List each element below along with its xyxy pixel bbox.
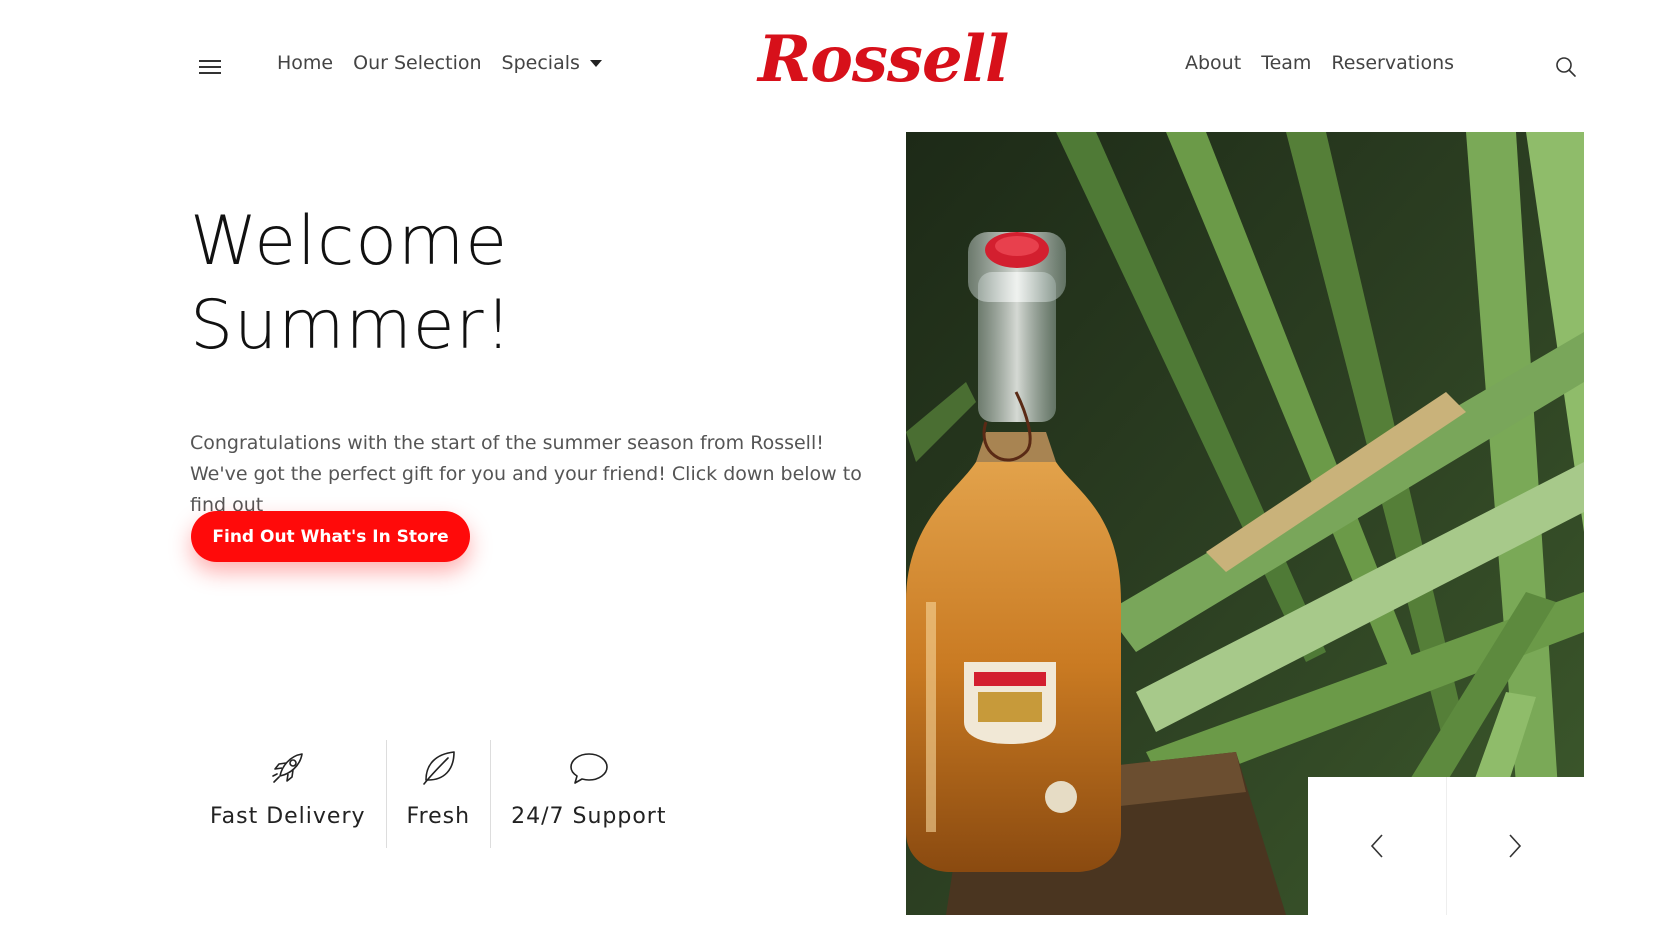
hero-description: Congratulations with the start of the su… — [190, 432, 862, 516]
menu-bar — [199, 60, 221, 62]
nav-team[interactable]: Team — [1261, 52, 1311, 74]
brand-logo[interactable]: Rossell — [758, 28, 1009, 92]
chat-bubble-icon — [569, 753, 608, 784]
feature-support: 24/7 Support — [490, 740, 686, 848]
menu-icon[interactable] — [199, 60, 221, 76]
menu-bar — [199, 66, 221, 68]
slider-controls — [1308, 777, 1584, 915]
nav-about[interactable]: About — [1185, 52, 1241, 74]
search-icon[interactable] — [1555, 56, 1577, 78]
nav-home[interactable]: Home — [277, 52, 333, 74]
leaf-icon — [423, 751, 456, 785]
feature-fresh: Fresh — [385, 740, 491, 848]
slider-next-button[interactable] — [1445, 777, 1585, 915]
feature-label: Fresh — [406, 804, 471, 829]
features-row: Fast Delivery Fresh 24/7 Support — [190, 740, 686, 848]
feature-label: Fast Delivery — [210, 804, 366, 829]
chevron-left-icon — [1370, 834, 1383, 858]
hero-title: Welcome Summer! — [190, 200, 790, 368]
rocket-icon — [271, 753, 303, 783]
nav-specials-dropdown[interactable]: Specials — [502, 52, 602, 74]
chevron-right-icon — [1509, 834, 1522, 858]
primary-nav-left: Home Our Selection Specials — [277, 52, 622, 74]
slider-prev-button[interactable] — [1308, 777, 1446, 915]
nav-reservations[interactable]: Reservations — [1331, 52, 1454, 74]
primary-nav-right: About Team Reservations — [1185, 52, 1474, 74]
hero-title-line2: Summer! — [190, 286, 513, 365]
hero-title-line1: Welcome — [190, 202, 509, 281]
feature-fast-delivery: Fast Delivery — [190, 740, 386, 848]
menu-bar — [199, 72, 221, 74]
nav-our-selection[interactable]: Our Selection — [353, 52, 481, 74]
find-out-button[interactable]: Find Out What's In Store — [191, 511, 470, 562]
feature-label: 24/7 Support — [511, 804, 667, 829]
